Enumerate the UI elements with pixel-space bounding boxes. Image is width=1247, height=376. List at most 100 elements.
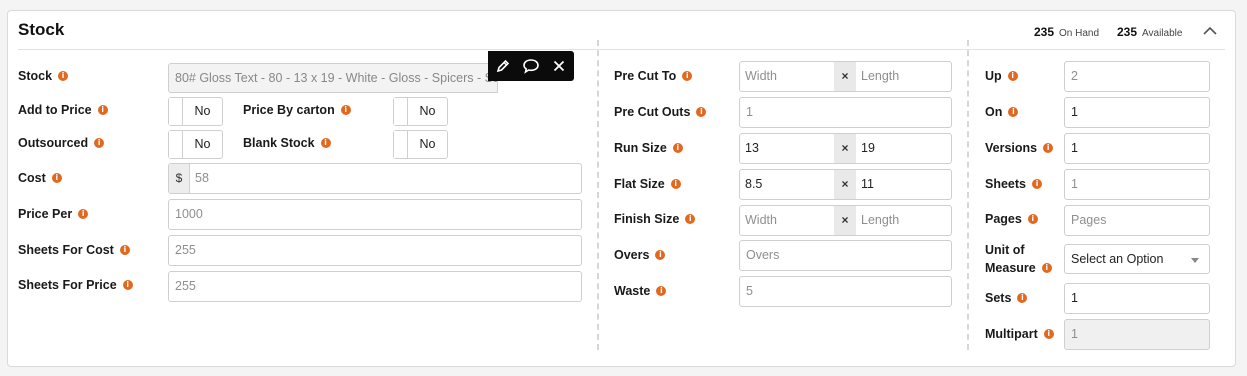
finish-size-dimensions: Width × Length [739,205,952,236]
select-value: Select an Option [1071,252,1164,266]
price-by-carton-label: Price By carton i [243,103,351,117]
outsourced-toggle[interactable]: No [168,130,223,159]
sheets-for-cost-label: Sheets For Cost i [18,243,130,257]
flat-size-dimensions: 8.5 × 11 [739,169,952,200]
run-size-width-input[interactable]: 13 [740,134,834,163]
overs-input[interactable]: Overs [739,240,952,271]
stock-toolbar [488,51,574,81]
up-input[interactable]: 2 [1064,61,1210,92]
info-icon[interactable]: i [340,104,351,115]
info-icon[interactable]: i [122,279,133,290]
price-per-input[interactable]: 1000 [168,199,582,230]
available-count: 235 [1117,25,1138,39]
sets-label: Sets i [985,291,1028,305]
pre-cut-outs-label: Pre Cut Outs i [614,105,707,119]
info-icon[interactable]: i [1007,70,1018,81]
up-label: Up i [985,69,1018,83]
cost-input[interactable]: $ 58 [168,163,582,194]
run-size-length-input[interactable]: 19 [856,134,951,163]
sheets-for-price-input[interactable]: 255 [168,271,582,302]
column-divider-1 [597,40,599,350]
unit-of-measure-label-line1: Unit of [985,243,1025,257]
toggle-value: No [419,137,436,151]
dropdown-caret-icon [1191,258,1199,263]
currency-addon: $ [169,164,190,193]
on-hand-stat: 235 On Hand [1034,25,1099,39]
info-icon[interactable]: i [685,213,696,224]
info-icon[interactable]: i [78,208,89,219]
column-divider-2 [967,40,969,350]
toggle-knob [169,131,183,158]
info-icon[interactable]: i [58,70,69,81]
toggle-knob [394,131,408,158]
info-icon[interactable]: i [119,244,130,255]
sheets-label: Sheets i [985,177,1042,191]
flat-size-length-input[interactable]: 11 [856,170,951,199]
info-icon[interactable]: i [1043,328,1054,339]
pre-cut-to-width-input[interactable]: Width [740,62,834,91]
pre-cut-to-dimensions: Width × Length [739,61,952,92]
sheets-for-cost-input[interactable]: 255 [168,235,582,266]
toggle-value: No [194,104,211,118]
pages-input[interactable]: Pages [1064,205,1210,236]
info-icon[interactable]: i [94,137,105,148]
panel-title: Stock [18,20,65,39]
header-divider [18,49,1225,50]
multipart-label: Multipart i [985,327,1054,341]
times-separator: × [834,134,856,163]
waste-input[interactable]: 5 [739,276,952,307]
toggle-knob [169,98,183,125]
finish-size-length-input[interactable]: Length [856,206,951,235]
flat-size-width-input[interactable]: 8.5 [740,170,834,199]
unit-of-measure-select[interactable]: Select an Option [1064,244,1210,274]
flat-size-label: Flat Size i [614,177,681,191]
info-icon[interactable]: i [51,172,62,183]
on-hand-count: 235 [1034,25,1055,39]
pre-cut-to-label: Pre Cut To i [614,69,693,83]
collapse-chevron-icon[interactable] [1201,24,1219,38]
info-icon[interactable]: i [682,70,693,81]
pages-label: Pages i [985,212,1038,226]
on-label: On i [985,105,1019,119]
waste-label: Waste i [614,284,667,298]
toggle-value: No [194,137,211,151]
add-to-price-label: Add to Price i [18,103,108,117]
unit-of-measure-label: Measure i [985,261,1052,275]
blank-stock-label: Blank Stock i [243,136,331,150]
info-icon[interactable]: i [655,249,666,260]
info-icon[interactable]: i [670,178,681,189]
info-icon[interactable]: i [1032,178,1042,189]
sheets-input[interactable]: 1 [1064,169,1210,200]
comment-icon[interactable] [522,57,540,75]
pre-cut-to-length-input[interactable]: Length [856,62,951,91]
info-icon[interactable]: i [1043,142,1054,153]
overs-label: Overs i [614,248,666,262]
price-by-carton-toggle[interactable]: No [393,97,448,126]
run-size-label: Run Size i [614,141,683,155]
sets-input[interactable]: 1 [1064,283,1210,314]
info-icon[interactable]: i [97,104,108,115]
blank-stock-toggle[interactable]: No [393,130,448,159]
sheets-for-price-label: Sheets For Price i [18,278,133,292]
pre-cut-outs-input[interactable]: 1 [739,97,952,128]
versions-label: Versions i [985,141,1054,155]
on-input[interactable]: 1 [1064,97,1210,128]
info-icon[interactable]: i [1027,213,1038,224]
info-icon[interactable]: i [1041,262,1052,273]
stock-field[interactable]: 80# Gloss Text - 80 - 13 x 19 - White - … [168,63,498,93]
info-icon[interactable]: i [672,142,683,153]
info-icon[interactable]: i [1008,106,1019,117]
versions-input[interactable]: 1 [1064,133,1210,164]
info-icon[interactable]: i [320,137,331,148]
toggle-knob [394,98,408,125]
info-icon[interactable]: i [696,106,707,117]
clear-close-icon[interactable] [550,57,568,75]
outsourced-label: Outsourced i [18,136,105,150]
multipart-input: 1 [1064,319,1210,350]
stock-label: Stock i [18,69,69,83]
info-icon[interactable]: i [1017,292,1028,303]
info-icon[interactable]: i [656,285,667,296]
add-to-price-toggle[interactable]: No [168,97,223,126]
finish-size-width-input[interactable]: Width [740,206,834,235]
edit-pencil-icon[interactable] [494,57,512,75]
